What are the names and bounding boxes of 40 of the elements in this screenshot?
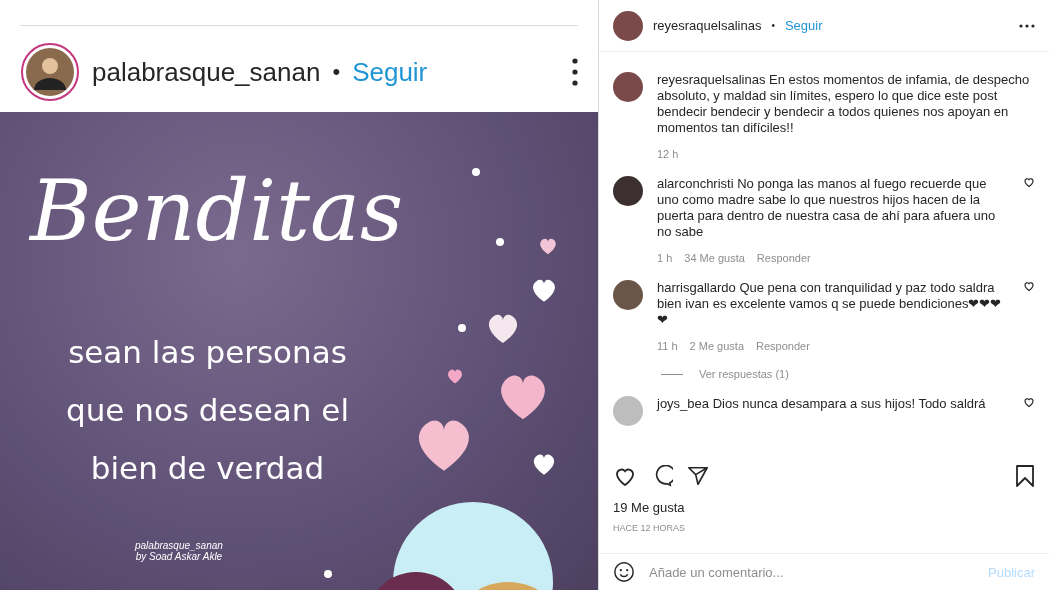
reply-link[interactable]: Responder (756, 340, 810, 352)
separator-dot: • (332, 59, 341, 85)
follow-link[interactable]: Seguir (352, 56, 428, 88)
graphic-text: bien de verdad (90, 450, 325, 486)
emoji-icon[interactable] (613, 561, 635, 583)
graphic-credit: palabrasque_sanan (135, 540, 223, 551)
like-count[interactable]: 19 Me gusta (599, 488, 1049, 515)
like-icon[interactable] (1023, 280, 1035, 292)
separator-dot: • (771, 20, 775, 31)
graphic-credit: by Soad Askar Akle (135, 551, 223, 562)
graphic-title: Benditas (30, 162, 404, 260)
post-date: HACE 12 HORAS (612, 522, 687, 533)
view-replies-link[interactable]: Ver respuestas (1) (699, 368, 789, 380)
more-icon[interactable] (572, 58, 578, 86)
more-icon[interactable] (1019, 23, 1035, 28)
avatar[interactable] (613, 10, 643, 41)
reply-link[interactable]: Responder (756, 252, 811, 264)
share-icon[interactable] (687, 465, 709, 487)
caption-text: reyesraquelsalinas En estos momentos de infamia, de despecho absoluto, y maldad sin límites, espero lo que dice este post bendecir bendecir y bendecir a todos quienes nos apoyan en momentos tan difíciles!! (657, 72, 1031, 136)
comment-text: alarconchristi No ponga las manos al fuego recuerde que uno como madre sabe lo que nuestros hijos hacen de la puerta para dentro de nuestra casa de ahí para afuera uno no sabe (657, 176, 997, 240)
comment-text: harrisgallardo Que pena con tranquilidad y paz todo saldra bien ivan es excelente vamos q se puede bendiciones❤❤❤❤ (657, 280, 1003, 328)
graphic-text: sean las personas (68, 334, 347, 370)
username[interactable]: palabrasque_sanan (92, 56, 321, 88)
avatar[interactable] (613, 176, 643, 206)
comment-time: 12 h (657, 148, 679, 160)
avatar[interactable] (613, 72, 643, 102)
bookmark-icon[interactable] (1015, 465, 1035, 487)
comment-time: 1 h (657, 252, 673, 264)
graphic-text: que nos desean el (66, 392, 350, 428)
avatar-icon (20, 42, 80, 102)
like-icon[interactable] (1023, 396, 1035, 408)
comment-likes[interactable]: 2 Me gusta (689, 340, 744, 352)
avatar[interactable] (613, 280, 643, 310)
username[interactable]: reyesraquelsalinas (653, 18, 762, 33)
comment-input[interactable]: Añade un comentario... (647, 563, 977, 581)
follow-link[interactable]: Seguir (784, 18, 823, 33)
comment-likes[interactable]: 34 Me gusta (684, 252, 745, 264)
comment-text: joys_bea Dios nunca desampara a sus hijos! Todo saldrá (657, 396, 987, 412)
like-icon[interactable] (1023, 176, 1035, 188)
comment-time: 11 h (657, 340, 678, 352)
